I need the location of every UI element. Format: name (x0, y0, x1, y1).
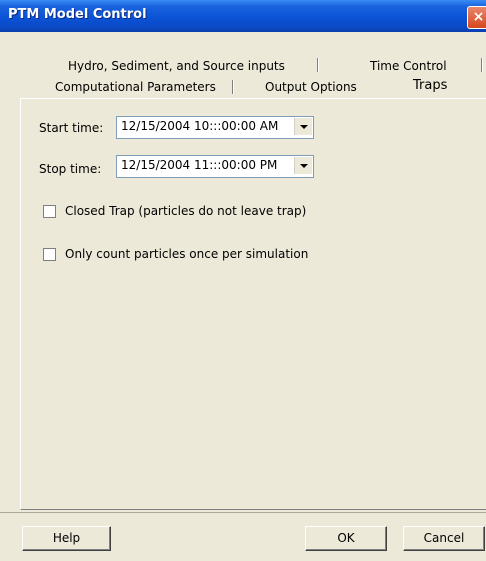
tab-computational-parameters[interactable]: Computational Parameters (55, 78, 216, 96)
footer-divider (0, 512, 486, 513)
start-time-select[interactable]: 12/15/2004 10:::00:00 AM (116, 116, 314, 139)
tab-separator (481, 58, 482, 72)
tab-hydro-sediment-source[interactable]: Hydro, Sediment, and Source inputs (68, 57, 285, 75)
help-button[interactable]: Help (22, 526, 111, 551)
start-time-dropdown-button[interactable] (294, 118, 312, 135)
tab-traps[interactable]: Traps (413, 77, 447, 95)
cancel-button-label: Cancel (423, 531, 465, 545)
count-once-label[interactable]: Only count particles once per simulation (65, 247, 308, 261)
chevron-down-icon (300, 164, 308, 168)
stop-time-select[interactable]: 12/15/2004 11:::00:00 PM (116, 155, 314, 178)
stop-time-value: 12/15/2004 11:::00:00 PM (121, 158, 278, 172)
ok-button[interactable]: OK (305, 526, 387, 551)
help-button-label: Help (52, 531, 81, 545)
tab-separator (317, 58, 318, 72)
tab-output-options[interactable]: Output Options (265, 78, 357, 96)
title-bar[interactable]: PTM Model Control × (0, 0, 486, 32)
start-time-value: 12/15/2004 10:::00:00 AM (121, 119, 279, 133)
tab-label: Computational Parameters (55, 80, 216, 94)
tab-label: Output Options (265, 80, 357, 94)
closed-trap-label[interactable]: Closed Trap (particles do not leave trap… (65, 204, 306, 218)
tab-label: Hydro, Sediment, and Source inputs (68, 59, 285, 73)
tab-label: Traps (413, 78, 448, 93)
count-once-checkbox[interactable] (43, 248, 56, 261)
window-title: PTM Model Control (8, 7, 147, 22)
close-button[interactable]: × (467, 6, 486, 29)
cancel-button[interactable]: Cancel (403, 526, 485, 551)
close-icon: × (472, 9, 485, 25)
tab-label: Time Control (370, 59, 447, 73)
closed-trap-checkbox[interactable] (43, 205, 56, 218)
chevron-down-icon (300, 125, 308, 129)
tab-separator (232, 80, 233, 94)
tab-time-control[interactable]: Time Control (370, 57, 447, 75)
ok-button-label: OK (337, 531, 355, 545)
stop-time-dropdown-button[interactable] (294, 157, 312, 174)
start-time-label: Start time: (39, 121, 104, 135)
stop-time-label: Stop time: (39, 162, 102, 176)
